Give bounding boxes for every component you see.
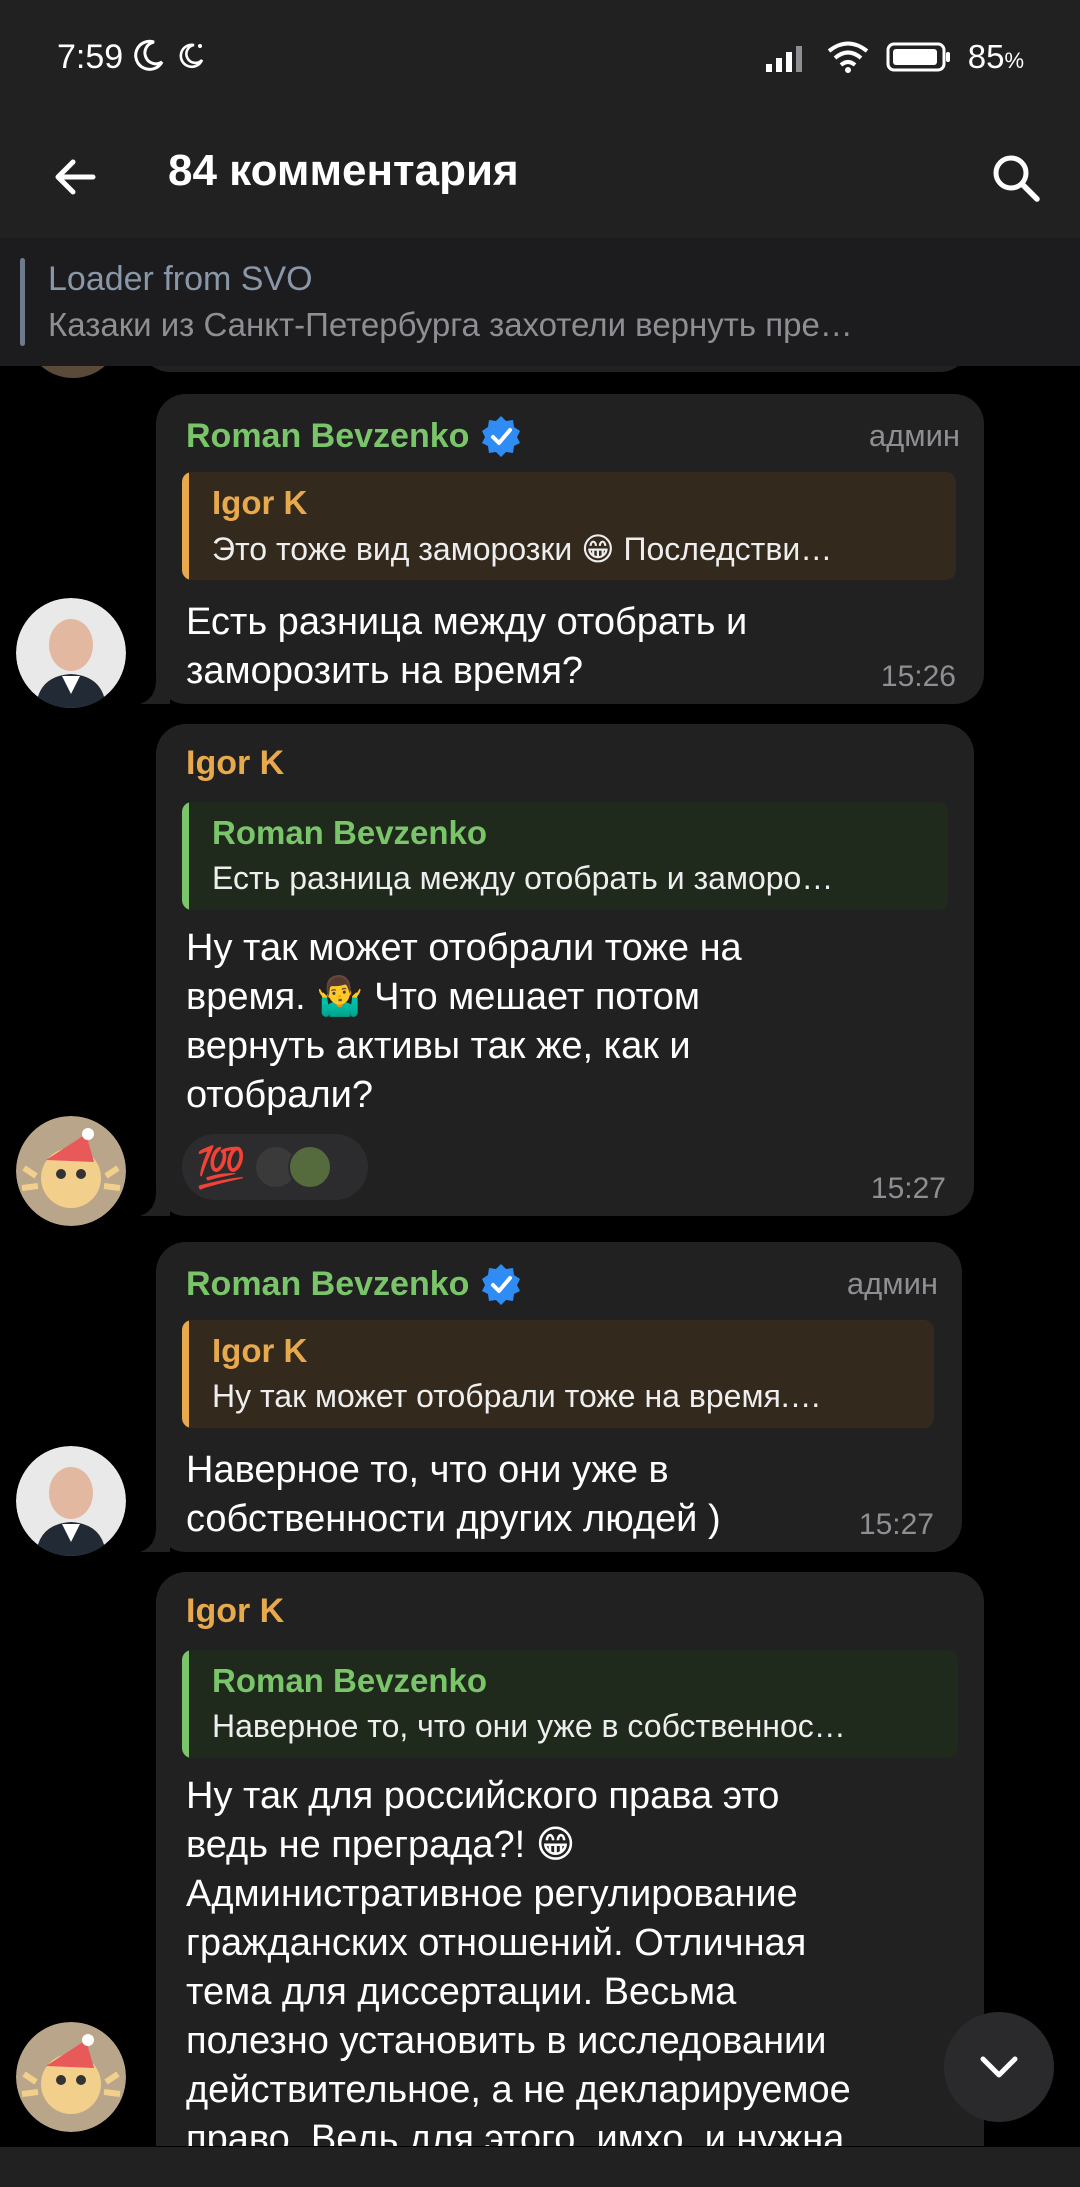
- reply-accent-bar: [182, 1650, 189, 1758]
- pinned-accent-bar: [20, 258, 25, 346]
- pinned-post[interactable]: Loader from SVO Казаки из Санкт-Петербур…: [0, 238, 1080, 366]
- message-time: 15:27: [870, 1172, 946, 1205]
- sender-name[interactable]: Igor K: [186, 1592, 284, 1631]
- message-bubble[interactable]: Igor K Roman Bevzenko Есть разница между…: [140, 724, 974, 1216]
- back-button[interactable]: [40, 142, 110, 212]
- reactor-avatar: [287, 1145, 332, 1189]
- verified-icon: [482, 1264, 521, 1305]
- battery-percent: 85%: [967, 38, 1024, 75]
- message-time: 15:27: [858, 1508, 934, 1541]
- system-nav-bar: [0, 2147, 1080, 2187]
- reply-preview[interactable]: Igor K Ну так может отобрали тоже на вре…: [182, 1320, 934, 1428]
- status-time: 7:59: [57, 38, 124, 76]
- admin-badge: админ: [846, 1266, 938, 1301]
- bubble-tail: [140, 1186, 170, 1216]
- wifi-icon: [827, 41, 868, 73]
- pinned-post-text: Казаки из Санкт-Петербурга захотели верн…: [48, 306, 853, 343]
- reply-sender: Roman Bevzenko: [212, 1662, 488, 1699]
- admin-badge: админ: [868, 418, 960, 453]
- moon-icon: [134, 39, 164, 71]
- message-text: Ну так может отобрали тоже на время. 🤷‍♂…: [186, 927, 742, 1116]
- sender-name[interactable]: Igor K: [186, 744, 284, 783]
- battery-icon: [886, 42, 950, 72]
- search-icon: [993, 155, 1040, 202]
- reply-accent-bar: [182, 472, 189, 580]
- page-title: 84 комментария: [168, 146, 519, 195]
- message-text: Наверное то, что они уже в собственности…: [186, 1449, 721, 1540]
- reaction-emoji: 💯: [196, 1145, 246, 1190]
- previous-message-edge: [140, 366, 970, 372]
- signal-icon: [765, 46, 802, 72]
- avatar[interactable]: [16, 1116, 126, 1226]
- reaction-chip[interactable]: 💯: [182, 1134, 368, 1200]
- status-right-icons: 85%: [764, 38, 1024, 76]
- reply-accent-bar: [182, 1320, 189, 1428]
- chevron-down-icon: [980, 2056, 1018, 2078]
- reply-preview[interactable]: Igor K Это тоже вид заморозки 😁 Последст…: [182, 472, 956, 580]
- previous-avatar-edge: [28, 366, 118, 378]
- verified-icon: [482, 416, 521, 457]
- bubble-tail: [140, 674, 170, 704]
- reply-accent-bar: [182, 802, 189, 910]
- message-text: Есть разница между отобрать и заморозить…: [186, 601, 748, 692]
- avatar[interactable]: [16, 2022, 126, 2132]
- bubble-tail: [140, 1522, 170, 1552]
- search-button[interactable]: [978, 140, 1054, 216]
- message-time: 15:26: [880, 660, 956, 693]
- reply-text: Это тоже вид заморозки 😁 Последстви…: [212, 531, 833, 567]
- message-bubble[interactable]: Roman Bevzenko админ Igor K Ну так может…: [140, 1242, 962, 1552]
- status-left-icons: [132, 38, 206, 72]
- reply-sender: Roman Bevzenko: [212, 814, 488, 851]
- reply-text: Ну так может отобрали тоже на время.…: [212, 1378, 822, 1414]
- arrow-left-icon: [55, 159, 96, 195]
- reply-preview[interactable]: Roman Bevzenko Наверное то, что они уже …: [182, 1650, 958, 1758]
- avatar[interactable]: [16, 598, 126, 708]
- reply-text: Наверное то, что они уже в собственнос…: [212, 1708, 846, 1744]
- reply-sender: Igor K: [212, 1332, 308, 1369]
- message-bubble[interactable]: Roman Bevzenko админ Igor K Это тоже вид…: [140, 394, 984, 704]
- status-bar: 7:59 85%: [0, 0, 1080, 120]
- message-text: Ну так для российского права это ведь не…: [186, 1775, 851, 2146]
- pinned-post-title: Loader from SVO: [48, 260, 313, 298]
- app-bar: 84 комментария: [0, 120, 1080, 238]
- scroll-to-bottom-button[interactable]: [944, 2012, 1054, 2122]
- avatar[interactable]: [16, 1446, 126, 1556]
- chat-list[interactable]: Roman Bevzenko админ Igor K Это тоже вид…: [0, 366, 1080, 2146]
- reply-preview[interactable]: Roman Bevzenko Есть разница между отобра…: [182, 802, 948, 910]
- reply-sender: Igor K: [212, 484, 308, 521]
- reply-text: Есть разница между отобрать и заморо…: [212, 860, 834, 896]
- message-bubble[interactable]: Igor K Roman Bevzenko Наверное то, что о…: [156, 1572, 984, 2146]
- sender-name[interactable]: Roman Bevzenko: [186, 1262, 523, 1306]
- sender-name[interactable]: Roman Bevzenko: [186, 414, 523, 458]
- moon-star-icon: [179, 43, 204, 69]
